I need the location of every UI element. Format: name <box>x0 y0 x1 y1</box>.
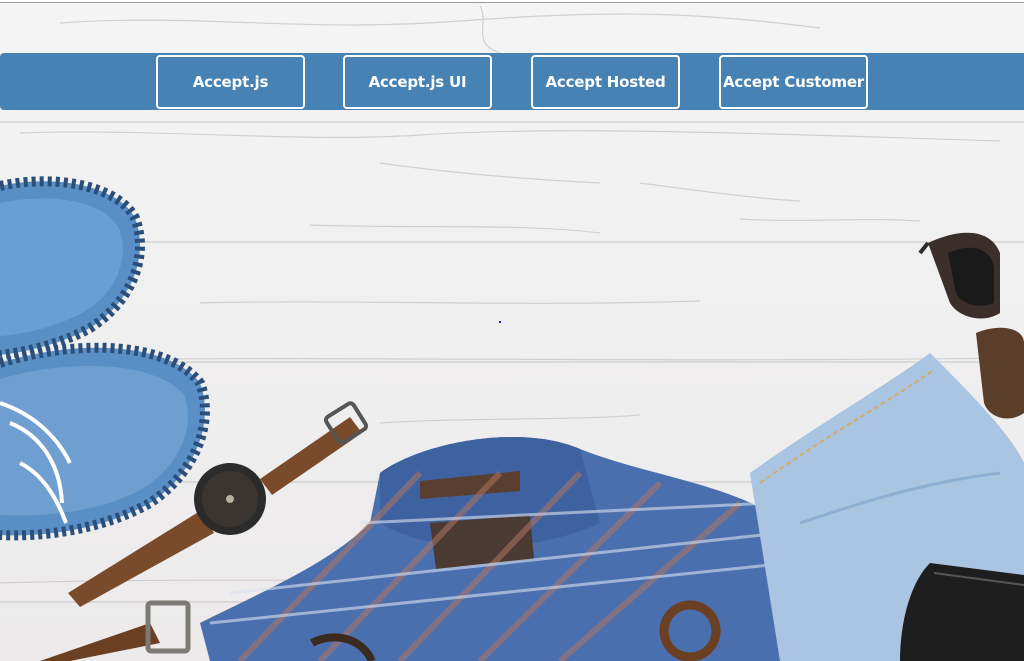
accept-js-ui-label: Accept.js UI <box>368 73 467 91</box>
shoe-bottom <box>0 342 210 541</box>
shoe-top <box>0 176 145 360</box>
accept-js-button[interactable]: Accept.js <box>156 55 305 109</box>
accept-js-label: Accept.js <box>192 73 269 91</box>
page: Accept.js Accept.js UI Accept Hosted Acc… <box>0 0 1024 661</box>
accept-customer-button[interactable]: Accept Customer <box>719 55 868 109</box>
accept-customer-label: Accept Customer <box>723 73 864 91</box>
nav-bar: Accept.js Accept.js UI Accept Hosted Acc… <box>0 53 1024 110</box>
cursor-marker <box>499 321 501 323</box>
accept-hosted-label: Accept Hosted <box>545 73 666 91</box>
accept-hosted-button[interactable]: Accept Hosted <box>531 55 680 109</box>
accept-js-ui-button[interactable]: Accept.js UI <box>343 55 492 109</box>
